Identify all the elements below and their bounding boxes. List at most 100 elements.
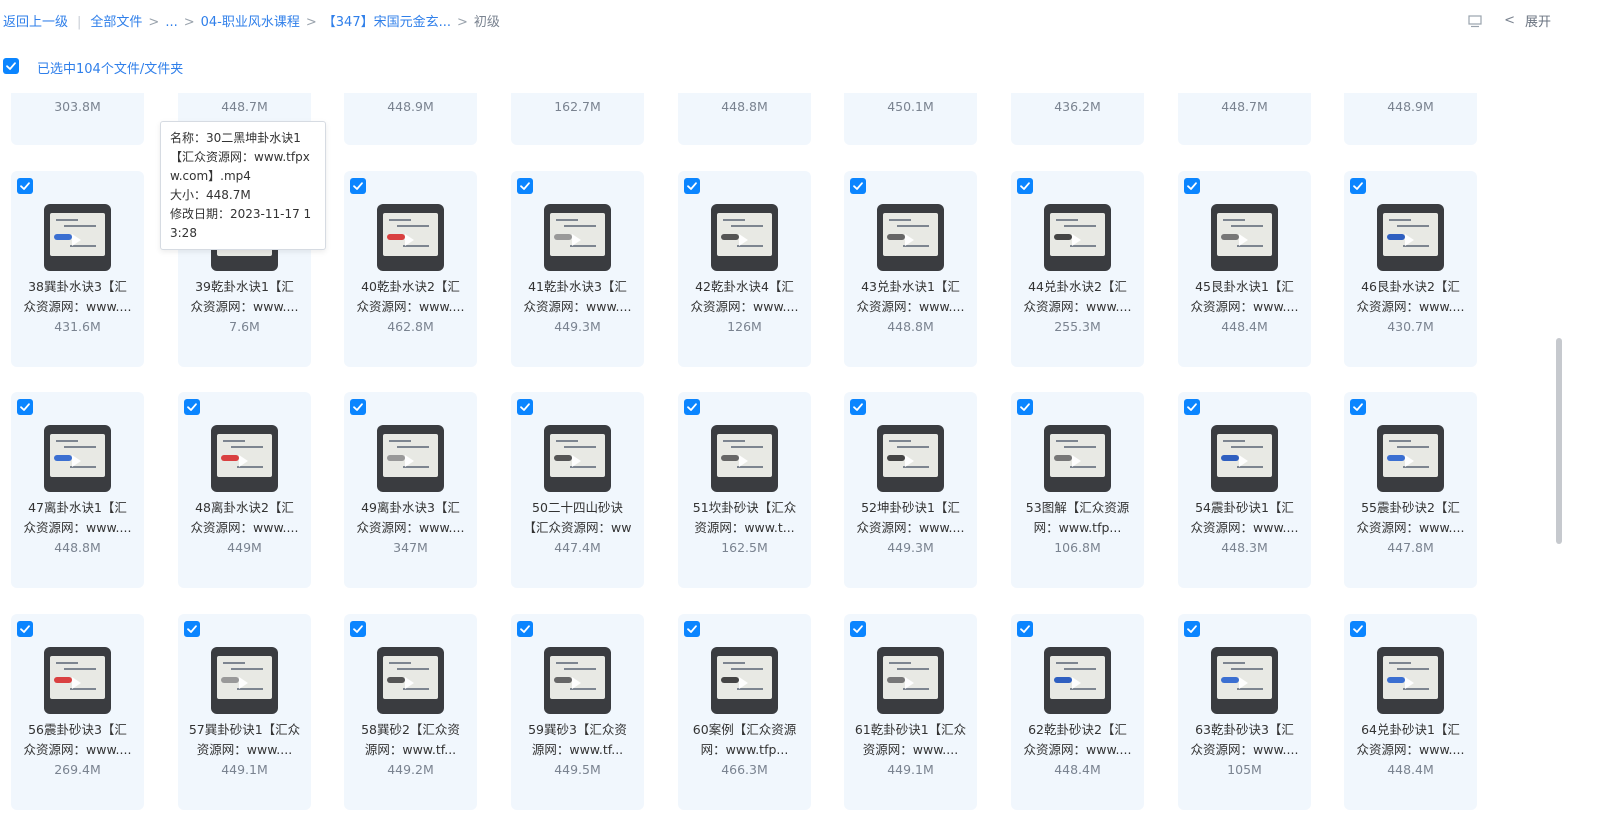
file-checkbox[interactable] (17, 178, 33, 194)
back-link[interactable]: 返回上一级 (3, 11, 68, 30)
file-checkbox[interactable] (517, 621, 533, 637)
file-card[interactable]: 45艮卦水诀1【汇 众资源网：www.... 448.4M (1178, 171, 1311, 367)
file-card[interactable]: 40乾卦水诀2【汇 众资源网：www.... 462.8M (344, 171, 477, 367)
file-name[interactable]: 56震卦砂诀3【汇 众资源网：www.... (21, 720, 134, 760)
file-card[interactable]: 46艮卦水诀2【汇 众资源网：www.... 430.7M (1344, 171, 1477, 367)
file-name[interactable]: 52坤卦砂诀1【汇 众资源网：www.... (854, 498, 967, 538)
file-card[interactable]: 59巽砂3【汇众资 源网：www.tf... 449.5M (511, 614, 644, 810)
file-checkbox[interactable] (1350, 178, 1366, 194)
file-card[interactable]: 54震卦砂诀1【汇 众资源网：www.... 448.3M (1178, 392, 1311, 588)
file-card[interactable]: 42乾卦水诀4【汇 众资源网：www.... 126M (678, 171, 811, 367)
file-name[interactable]: 44兑卦水诀2【汇 众资源网：www.... (1021, 277, 1134, 317)
video-thumbnail[interactable] (877, 647, 944, 714)
file-name[interactable]: 62乾卦砂诀2【汇 众资源网：www.... (1021, 720, 1134, 760)
file-card[interactable]: 61乾卦砂诀1【汇众 资源网：www.... 449.1M (844, 614, 977, 810)
video-thumbnail[interactable] (377, 425, 444, 492)
video-thumbnail[interactable] (211, 647, 278, 714)
file-card[interactable]: 43兑卦水诀1【汇 众资源网：www.... 448.8M (844, 171, 977, 367)
file-checkbox[interactable] (1350, 399, 1366, 415)
file-checkbox[interactable] (684, 178, 700, 194)
video-thumbnail[interactable] (1044, 647, 1111, 714)
file-card[interactable]: 47离卦水诀1【汇 众资源网：www.... 448.8M (11, 392, 144, 588)
file-name[interactable]: 42乾卦水诀4【汇 众资源网：www.... (688, 277, 801, 317)
file-card[interactable]: 60案例【汇众资源 网：www.tfp... 466.3M (678, 614, 811, 810)
list-view-icon[interactable] (1468, 14, 1482, 28)
video-thumbnail[interactable] (1211, 647, 1278, 714)
file-name[interactable]: 63乾卦砂诀3【汇 众资源网：www.... (1188, 720, 1301, 760)
file-checkbox[interactable] (184, 399, 200, 415)
file-card[interactable]: 448.9M (344, 93, 477, 145)
video-thumbnail[interactable] (211, 425, 278, 492)
file-checkbox[interactable] (517, 178, 533, 194)
file-checkbox[interactable] (350, 178, 366, 194)
file-checkbox[interactable] (17, 621, 33, 637)
file-name[interactable]: 40乾卦水诀2【汇 众资源网：www.... (354, 277, 467, 317)
file-checkbox[interactable] (184, 621, 200, 637)
file-card[interactable]: 51坎卦砂诀【汇众 资源网：www.t... 162.5M (678, 392, 811, 588)
video-thumbnail[interactable] (1377, 204, 1444, 271)
file-name[interactable]: 53图解【汇众资源 网：www.tfp... (1021, 498, 1134, 538)
video-thumbnail[interactable] (1211, 204, 1278, 271)
file-card[interactable]: 50二十四山砂诀 【汇众资源网：ww 447.4M (511, 392, 644, 588)
file-name[interactable]: 49离卦水诀3【汇 众资源网：www.... (354, 498, 467, 538)
file-card[interactable]: 450.1M (844, 93, 977, 145)
file-name[interactable]: 43兑卦水诀1【汇 众资源网：www.... (854, 277, 967, 317)
video-thumbnail[interactable] (877, 425, 944, 492)
file-card[interactable]: 44兑卦水诀2【汇 众资源网：www.... 255.3M (1011, 171, 1144, 367)
file-name[interactable]: 60案例【汇众资源 网：www.tfp... (688, 720, 801, 760)
file-name[interactable]: 61乾卦砂诀1【汇众 资源网：www.... (854, 720, 967, 760)
file-name[interactable]: 46艮卦水诀2【汇 众资源网：www.... (1354, 277, 1467, 317)
file-name[interactable]: 59巽砂3【汇众资 源网：www.tf... (521, 720, 634, 760)
video-thumbnail[interactable] (1044, 204, 1111, 271)
file-checkbox[interactable] (1184, 621, 1200, 637)
file-card[interactable]: 53图解【汇众资源 网：www.tfp... 106.8M (1011, 392, 1144, 588)
video-thumbnail[interactable] (1044, 425, 1111, 492)
file-checkbox[interactable] (17, 399, 33, 415)
chevron-left-icon[interactable]: < (1504, 13, 1515, 28)
file-checkbox[interactable] (850, 399, 866, 415)
video-thumbnail[interactable] (1377, 425, 1444, 492)
breadcrumb-folder-1[interactable]: 04-职业风水课程 (201, 11, 300, 30)
file-checkbox[interactable] (684, 399, 700, 415)
file-name[interactable]: 57巽卦砂诀1【汇众 资源网：www.... (188, 720, 301, 760)
scrollbar[interactable] (1556, 338, 1562, 544)
video-thumbnail[interactable] (544, 647, 611, 714)
file-checkbox[interactable] (850, 178, 866, 194)
expand-button[interactable]: 展开 (1525, 11, 1551, 30)
file-checkbox[interactable] (850, 621, 866, 637)
file-checkbox[interactable] (1017, 399, 1033, 415)
video-thumbnail[interactable] (44, 425, 111, 492)
video-thumbnail[interactable] (711, 647, 778, 714)
file-name[interactable]: 47离卦水诀1【汇 众资源网：www.... (21, 498, 134, 538)
file-name[interactable]: 64兑卦砂诀1【汇 众资源网：www.... (1354, 720, 1467, 760)
file-card[interactable]: 448.8M (678, 93, 811, 145)
video-thumbnail[interactable] (711, 204, 778, 271)
file-name[interactable]: 54震卦砂诀1【汇 众资源网：www.... (1188, 498, 1301, 538)
file-card[interactable]: 55震卦砂诀2【汇 众资源网：www.... 447.8M (1344, 392, 1477, 588)
file-checkbox[interactable] (517, 399, 533, 415)
video-thumbnail[interactable] (44, 647, 111, 714)
file-name[interactable]: 48离卦水诀2【汇 众资源网：www.... (188, 498, 301, 538)
file-card[interactable]: 448.7M (1178, 93, 1311, 145)
video-thumbnail[interactable] (1211, 425, 1278, 492)
file-checkbox[interactable] (1350, 621, 1366, 637)
file-checkbox[interactable] (1184, 178, 1200, 194)
file-card[interactable]: 303.8M (11, 93, 144, 145)
file-checkbox[interactable] (1017, 178, 1033, 194)
file-name[interactable]: 39乾卦水诀1【汇 众资源网：www.... (188, 277, 301, 317)
file-card[interactable]: 41乾卦水诀3【汇 众资源网：www.... 449.3M (511, 171, 644, 367)
file-card[interactable]: 38巽卦水诀3【汇 众资源网：www.... 431.6M (11, 171, 144, 367)
file-card[interactable]: 56震卦砂诀3【汇 众资源网：www.... 269.4M (11, 614, 144, 810)
file-checkbox[interactable] (1017, 621, 1033, 637)
file-name[interactable]: 58巽砂2【汇众资 源网：www.tf... (354, 720, 467, 760)
file-card[interactable]: 57巽卦砂诀1【汇众 资源网：www.... 449.1M (178, 614, 311, 810)
file-name[interactable]: 38巽卦水诀3【汇 众资源网：www.... (21, 277, 134, 317)
file-checkbox[interactable] (1184, 399, 1200, 415)
video-thumbnail[interactable] (377, 647, 444, 714)
file-card[interactable]: 162.7M (511, 93, 644, 145)
file-name[interactable]: 45艮卦水诀1【汇 众资源网：www.... (1188, 277, 1301, 317)
video-thumbnail[interactable] (711, 425, 778, 492)
file-card[interactable]: 52坤卦砂诀1【汇 众资源网：www.... 449.3M (844, 392, 977, 588)
file-name[interactable]: 50二十四山砂诀 【汇众资源网：ww (521, 498, 634, 538)
file-card[interactable]: 63乾卦砂诀3【汇 众资源网：www.... 105M (1178, 614, 1311, 810)
